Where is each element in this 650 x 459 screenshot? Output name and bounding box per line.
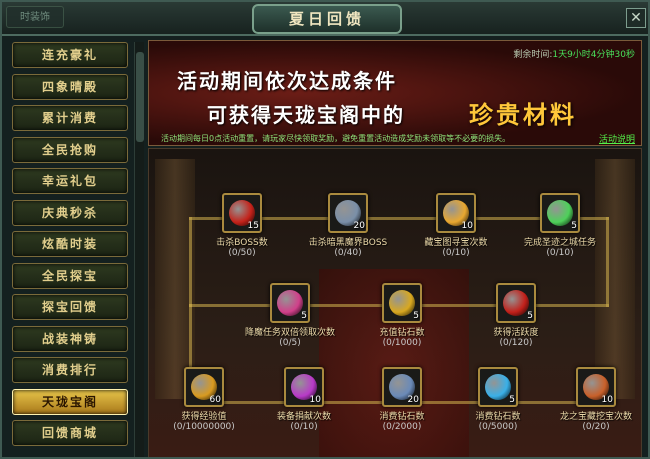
reward-slot[interactable]: 5 (270, 283, 310, 323)
task-progress: (0/120) (499, 338, 533, 348)
green-crystal-icon (547, 200, 573, 226)
sidebar: 连充豪礼四象晴殿累计消费全民抢购幸运礼包庆典秒杀炫酷时装全民探宝探宝回馈战装神铸… (6, 40, 134, 457)
sidebar-scrollbar[interactable] (134, 42, 144, 457)
task-label: 消费钻石数 (475, 412, 521, 422)
sidebar-item[interactable]: 探宝回馈 (12, 294, 128, 320)
event-banner: 剩余时间:1天9小时4分钟30秒 活动期间依次达成条件 可获得天珑宝阁中的 珍贵… (148, 40, 642, 146)
task-label: 龙之宝藏挖宝次数 (559, 412, 632, 422)
task-progress: (0/1000) (382, 338, 422, 348)
task-progress: (0/10000000) (173, 422, 235, 432)
banner-highlight: 珍贵材料 (469, 100, 577, 129)
reward-count: 10 (461, 221, 473, 231)
sidebar-item[interactable]: 天珑宝阁 (12, 388, 128, 415)
reward-count: 10 (309, 395, 321, 405)
task-node: 20 消费钻石数 (0/2000) (353, 367, 451, 449)
path-left-1 (189, 217, 192, 307)
reward-count: 20 (353, 221, 365, 231)
gold-amulet-icon (389, 290, 415, 316)
title-bar: 时装饰 夏日回馈 ✕ (2, 2, 648, 36)
reward-count: 5 (571, 221, 577, 231)
sidebar-item[interactable]: 炫酷时装 (12, 231, 128, 257)
reward-slot[interactable]: 20 (382, 367, 422, 407)
task-node: 10 装备捐献次数 (0/10) (255, 367, 353, 449)
task-progress: (0/50) (228, 248, 256, 258)
sidebar-item[interactable]: 全民探宝 (12, 262, 128, 289)
task-progress: (0/10) (546, 248, 574, 258)
task-progress: (0/5) (279, 338, 301, 348)
task-progress: (0/20) (582, 422, 610, 432)
sidebar-item[interactable]: 四象晴殿 (12, 73, 128, 100)
task-label: 藏宝图寻宝次数 (424, 238, 488, 248)
event-help-link[interactable]: 活动说明 (599, 132, 635, 145)
task-label: 击杀暗黑魔界BOSS (308, 238, 388, 248)
task-progress: (0/10) (290, 422, 318, 432)
reward-count: 15 (247, 221, 259, 231)
reward-slot[interactable]: 20 (328, 193, 368, 233)
event-window: 时装饰 夏日回馈 ✕ 连充豪礼四象晴殿累计消费全民抢购幸运礼包庆典秒杀炫酷时装全… (0, 0, 650, 459)
task-label: 击杀BOSS数 (216, 238, 268, 248)
sidebar-item[interactable]: 战装神铸 (12, 325, 128, 352)
reward-slot[interactable]: 5 (540, 193, 580, 233)
reward-count: 60 (209, 395, 221, 405)
task-node: 20 击杀暗黑魔界BOSS (0/40) (299, 193, 397, 275)
task-progress: (0/2000) (382, 422, 422, 432)
task-node: 5 获得活跃度 (0/120) (467, 283, 565, 365)
reward-slot[interactable]: 10 (284, 367, 324, 407)
sidebar-item[interactable]: 幸运礼包 (12, 168, 128, 194)
reward-count: 20 (407, 395, 419, 405)
pink-crystal-icon (277, 290, 303, 316)
reward-slot[interactable]: 10 (436, 193, 476, 233)
timer-label: 剩余时间: (513, 50, 553, 60)
reward-count: 5 (527, 311, 533, 321)
task-node: 5 完成圣迹之城任务 (0/10) (511, 193, 609, 275)
reward-count: 5 (301, 311, 307, 321)
task-label: 降魔任务双倍领取次数 (244, 328, 335, 338)
blue-crystal-icon (485, 374, 511, 400)
task-node: 5 消费钻石数 (0/5000) (449, 367, 547, 449)
task-progress: (0/5000) (478, 422, 518, 432)
task-node: 5 降魔任务双倍领取次数 (0/5) (241, 283, 339, 365)
task-label: 获得活跃度 (493, 328, 539, 338)
timer-value: 1天9小时4分钟30秒 (552, 50, 635, 60)
reset-notice: 活动期间每日0点活动重置，请玩家尽快领取奖励，避免重置活动造成奖励未领取等不必要… (161, 134, 511, 143)
corner-tab: 时装饰 (6, 6, 64, 28)
banner-line-1: 活动期间依次达成条件 (177, 69, 397, 93)
task-label: 完成圣迹之城任务 (523, 238, 596, 248)
sidebar-item[interactable]: 连充豪礼 (12, 42, 128, 68)
reward-slot[interactable]: 10 (576, 367, 616, 407)
reward-slot[interactable]: 5 (478, 367, 518, 407)
reward-count: 10 (601, 395, 613, 405)
sidebar-item[interactable]: 回馈商城 (12, 420, 128, 446)
sidebar-item[interactable]: 全民抢购 (12, 136, 128, 163)
reward-slot[interactable]: 5 (496, 283, 536, 323)
red-gem-icon (503, 290, 529, 316)
scroll-thumb[interactable] (136, 52, 144, 142)
sidebar-item[interactable]: 庆典秒杀 (12, 199, 128, 226)
task-label: 充值钻石数 (379, 328, 425, 338)
reward-count: 5 (509, 395, 515, 405)
window-title: 夏日回馈 (252, 4, 402, 34)
reward-count: 5 (413, 311, 419, 321)
task-node: 10 藏宝图寻宝次数 (0/10) (407, 193, 505, 275)
task-label: 装备捐献次数 (276, 412, 331, 422)
task-progress: (0/10) (442, 248, 470, 258)
task-node: 10 龙之宝藏挖宝次数 (0/20) (547, 367, 641, 449)
reward-slot[interactable]: 60 (184, 367, 224, 407)
close-button[interactable]: ✕ (626, 8, 646, 28)
banner-line-2: 可获得天珑宝阁中的 (207, 103, 405, 127)
reward-slot[interactable]: 5 (382, 283, 422, 323)
task-node: 15 击杀BOSS数 (0/50) (193, 193, 291, 275)
reward-slot[interactable]: 15 (222, 193, 262, 233)
task-board: 15 击杀BOSS数 (0/50) 20 击杀暗黑魔界BOSS (0/40) 10 藏宝图寻宝… (148, 148, 642, 457)
task-label: 获得经验值 (181, 412, 227, 422)
task-progress: (0/40) (334, 248, 362, 258)
task-node: 5 充值钻石数 (0/1000) (353, 283, 451, 365)
sidebar-item[interactable]: 累计消费 (12, 105, 128, 131)
sidebar-item[interactable]: 消费排行 (12, 357, 128, 383)
task-node: 60 获得经验值 (0/10000000) (155, 367, 253, 449)
task-label: 消费钻石数 (379, 412, 425, 422)
countdown-timer: 剩余时间:1天9小时4分钟30秒 (513, 47, 635, 60)
